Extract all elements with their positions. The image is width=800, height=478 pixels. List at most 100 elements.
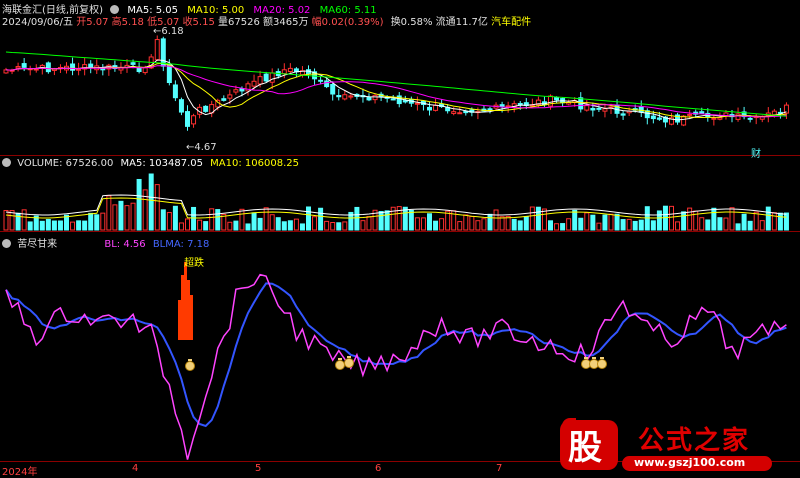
candle-body xyxy=(602,108,608,112)
volume-bar xyxy=(439,218,445,231)
volume-bar xyxy=(753,211,759,231)
x-axis-label: 5 xyxy=(255,463,262,474)
candle-body xyxy=(45,62,51,73)
candle-body xyxy=(717,117,723,120)
quote-high: 高5.18 xyxy=(111,17,144,28)
volume-bar xyxy=(160,209,166,231)
volume-bar xyxy=(51,220,57,231)
logo-char: 股 xyxy=(568,428,602,468)
candle-body xyxy=(166,64,172,84)
volume-bar xyxy=(293,218,299,231)
candle-body xyxy=(178,99,184,113)
volume-bar xyxy=(650,220,656,231)
candle-body xyxy=(287,67,293,73)
candle-body xyxy=(650,115,656,120)
volume-bar xyxy=(94,214,100,231)
volume-bar xyxy=(626,218,632,231)
volume-ma10: MA10: 106008.25 xyxy=(210,158,299,169)
candle-body xyxy=(771,110,777,116)
volume-bar xyxy=(166,212,172,231)
panel-separator xyxy=(0,155,800,156)
money-bag-icon-knot xyxy=(592,357,596,359)
volume-bar xyxy=(191,206,197,231)
volume-bar xyxy=(747,220,753,231)
volume-bar xyxy=(354,206,360,231)
volume-bar xyxy=(433,220,439,231)
quote-turnover: 换0.58% xyxy=(390,17,433,28)
ma20-line xyxy=(5,65,787,118)
volume-bar xyxy=(130,202,136,231)
candle-body xyxy=(427,106,432,111)
volume-bar xyxy=(330,222,336,231)
blma-line xyxy=(5,282,787,428)
money-bag-icon-knot xyxy=(347,356,351,358)
candle-body xyxy=(620,113,626,116)
volume-bar xyxy=(360,220,366,231)
volume-bar xyxy=(100,212,106,231)
candle-body xyxy=(366,96,372,101)
candle-body xyxy=(130,62,136,65)
volume-bar xyxy=(499,216,505,231)
volume-bar xyxy=(427,213,432,231)
settings-icon[interactable] xyxy=(2,238,11,248)
volume-bar xyxy=(705,219,711,231)
candle-body xyxy=(656,117,662,120)
money-bag-icon xyxy=(335,360,345,370)
volume-bar xyxy=(287,220,293,231)
volume-bar xyxy=(185,218,190,231)
candle-body xyxy=(711,117,717,120)
candle-body xyxy=(735,113,741,120)
volume-bar xyxy=(233,220,239,231)
volume-bar xyxy=(711,207,717,231)
volume-bar xyxy=(511,218,517,231)
ma60-line xyxy=(5,51,787,117)
candle-body xyxy=(281,69,287,75)
volume-bar xyxy=(45,218,51,231)
settings-icon[interactable] xyxy=(2,157,11,167)
volume-bar xyxy=(263,207,269,231)
candle-body xyxy=(747,117,753,120)
volume-bar xyxy=(517,220,523,231)
candle-body xyxy=(590,107,596,111)
volume-bar xyxy=(578,217,584,231)
volume-bar xyxy=(39,220,45,231)
volume-bar xyxy=(227,221,233,231)
money-bag-icon xyxy=(597,359,607,369)
candle-body xyxy=(172,84,178,99)
candle-body xyxy=(76,68,82,71)
volume-bar xyxy=(493,209,499,231)
candle-body xyxy=(517,103,523,106)
volume-bar xyxy=(699,217,705,231)
volume-bar xyxy=(269,214,275,231)
high-price-label: ←6.18 xyxy=(153,26,184,37)
volume-bar xyxy=(3,209,9,231)
volume-ma5: MA5: 103487.05 xyxy=(120,158,203,169)
volume-bar xyxy=(535,206,541,231)
candle-body xyxy=(269,72,275,83)
volume-bar xyxy=(584,212,590,231)
ma10-line xyxy=(5,62,787,119)
volume-bar xyxy=(566,218,572,231)
oversold-bar xyxy=(184,262,187,340)
volume-bar xyxy=(378,211,384,231)
money-bag-icon xyxy=(344,358,354,368)
volume-bar xyxy=(632,220,638,231)
candle-body xyxy=(554,97,560,101)
volume-bar xyxy=(457,221,463,231)
volume-bar xyxy=(529,206,535,231)
volume-bar xyxy=(306,206,311,231)
candle-body xyxy=(336,95,342,98)
volume-bar xyxy=(475,220,481,231)
money-bag-icon-knot xyxy=(188,359,192,361)
candle-body xyxy=(348,95,354,98)
volume-bar xyxy=(723,217,729,231)
candle-body xyxy=(596,107,602,110)
finance-marker[interactable]: 财 xyxy=(751,145,761,160)
volume-bar xyxy=(76,220,82,231)
site-watermark: 股 公式之家 www.gszj100.com xyxy=(560,418,800,475)
oversold-bars xyxy=(178,262,193,340)
candle-body xyxy=(584,105,590,111)
candle-body xyxy=(154,39,160,61)
volume-bar xyxy=(445,210,451,231)
quote-sector: 汽车配件 xyxy=(491,17,532,28)
